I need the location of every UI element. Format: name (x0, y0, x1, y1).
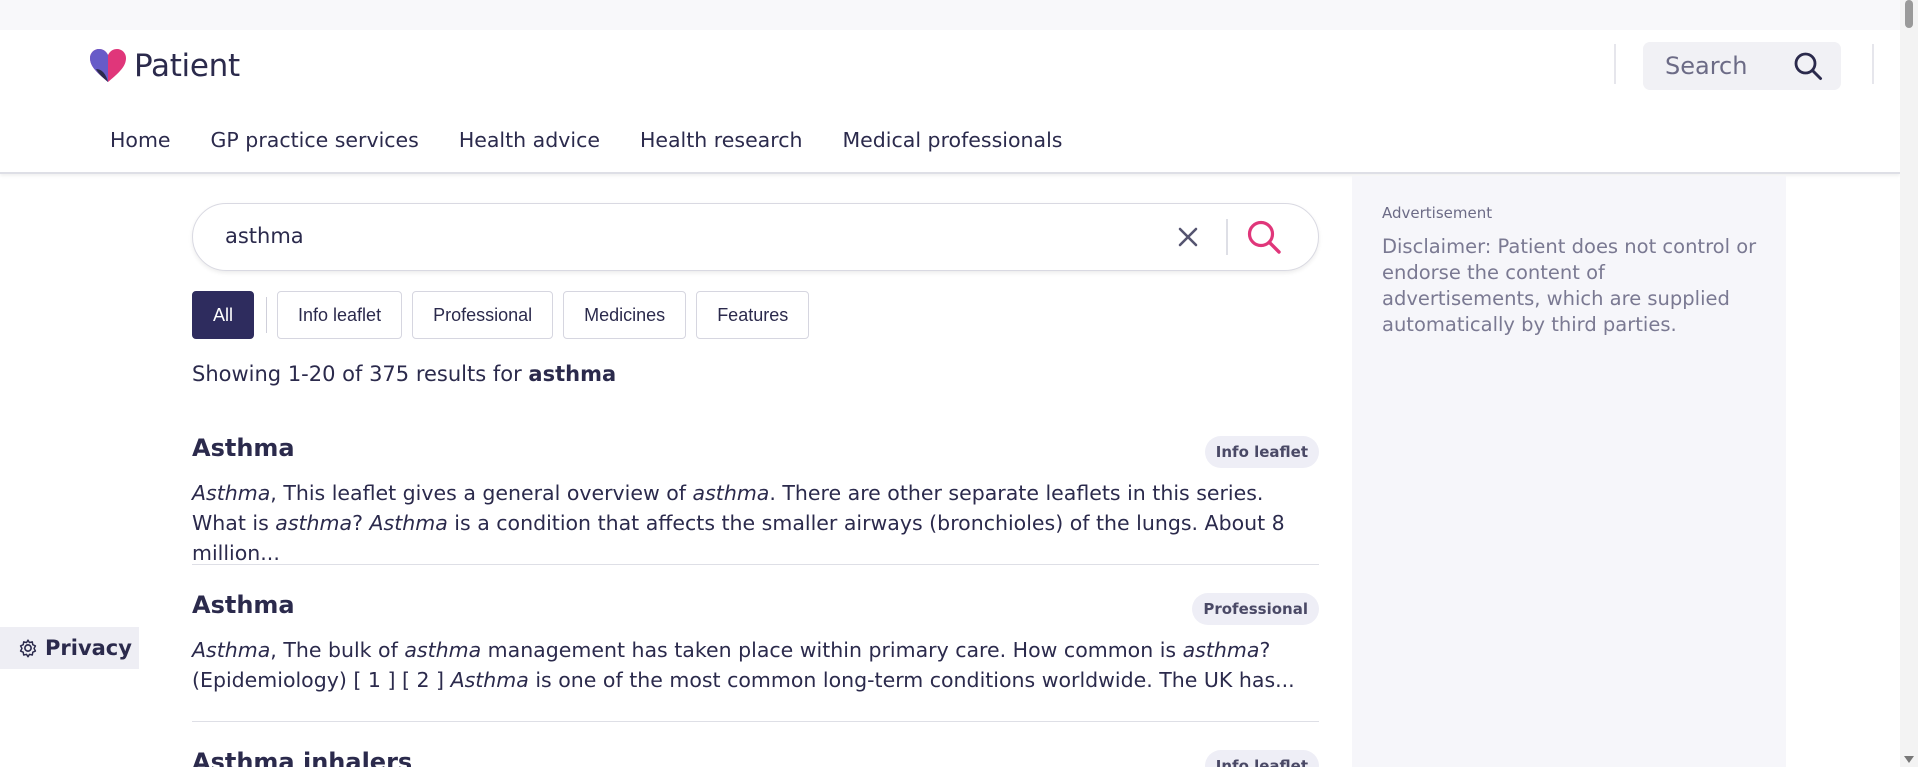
result-snippet: Asthma, The bulk of asthma management ha… (192, 635, 1302, 695)
snippet-text: , The bulk of (270, 638, 405, 662)
top-strip (0, 0, 1900, 30)
snippet-highlight: asthma (1182, 638, 1260, 662)
header-divider (1614, 44, 1616, 84)
result-type-badge: Professional (1192, 593, 1319, 625)
search-input[interactable]: asthma (225, 224, 304, 248)
snippet-text: management has taken place within primar… (481, 638, 1183, 662)
snippet-text: , This leaflet gives a general overview … (270, 481, 693, 505)
result-title[interactable]: Asthma (192, 434, 295, 462)
filter-features[interactable]: Features (696, 291, 810, 339)
filter-chips: All Info leaflet Professional Medicines … (192, 291, 819, 339)
results-summary-term: asthma (528, 362, 617, 386)
nav-medical-professionals[interactable]: Medical professionals (843, 128, 1063, 152)
snippet-highlight: asthma (692, 481, 770, 505)
ad-disclaimer: Disclaimer: Patient does not control or … (1382, 235, 1757, 336)
result-snippet: Asthma, This leaflet gives a general ove… (192, 478, 1302, 568)
filter-professional[interactable]: Professional (412, 291, 554, 339)
nav-home[interactable]: Home (110, 128, 171, 152)
gear-icon (19, 639, 37, 658)
heart-logo-icon (90, 49, 126, 82)
header-search-button[interactable]: Search (1643, 42, 1841, 90)
header-divider (1872, 44, 1874, 84)
privacy-label: Privacy (45, 636, 132, 660)
result-type-badge: Info leaflet (1204, 750, 1319, 767)
snippet-highlight: Asthma (369, 511, 448, 535)
header-search-label: Search (1665, 52, 1748, 80)
snippet-highlight: Asthma (450, 668, 529, 692)
search-icon (1794, 52, 1822, 80)
nav-health-advice[interactable]: Health advice (459, 128, 600, 152)
page-scrollbar[interactable] (1900, 0, 1918, 767)
snippet-highlight: asthma (275, 511, 353, 535)
site-header: Patient Search Home GP practice services… (0, 30, 1900, 174)
privacy-settings-button[interactable]: Privacy (0, 627, 139, 669)
result-type-badge: Info leaflet (1204, 436, 1319, 468)
filter-divider (266, 297, 268, 333)
results-summary-text: Showing 1-20 of 375 results for (192, 362, 529, 386)
filter-info-leaflet[interactable]: Info leaflet (277, 291, 403, 339)
search-box: asthma (192, 203, 1319, 271)
nav-gp-practice-services[interactable]: GP practice services (211, 128, 419, 152)
advert-sidebar: Advertisement Disclaimer: Patient does n… (1352, 176, 1786, 767)
search-box-divider (1226, 219, 1228, 255)
filter-all[interactable]: All (192, 291, 255, 339)
snippet-text: ? (352, 511, 370, 535)
result-title[interactable]: Asthma inhalers (192, 748, 412, 767)
filter-medicines[interactable]: Medicines (563, 291, 687, 339)
scrollbar-thumb[interactable] (1905, 0, 1913, 28)
snippet-highlight: Asthma (192, 481, 271, 505)
result-divider (192, 721, 1319, 722)
logo-text: Patient (134, 48, 240, 84)
nav-health-research[interactable]: Health research (640, 128, 803, 152)
result-title[interactable]: Asthma (192, 591, 295, 619)
snippet-highlight: Asthma (192, 638, 271, 662)
snippet-highlight: asthma (404, 638, 482, 662)
scroll-down-arrow-icon[interactable] (1904, 756, 1914, 763)
snippet-text: is one of the most common long-term cond… (528, 668, 1295, 692)
results-summary: Showing 1-20 of 375 results for asthma (192, 362, 616, 386)
clear-search-icon[interactable] (1175, 224, 1201, 250)
search-submit-icon[interactable] (1245, 218, 1283, 256)
patient-logo[interactable]: Patient (88, 48, 240, 84)
main-nav: Home GP practice services Health advice … (110, 128, 1062, 152)
result-divider (192, 564, 1319, 565)
advertisement-label: Advertisement (1382, 204, 1493, 222)
